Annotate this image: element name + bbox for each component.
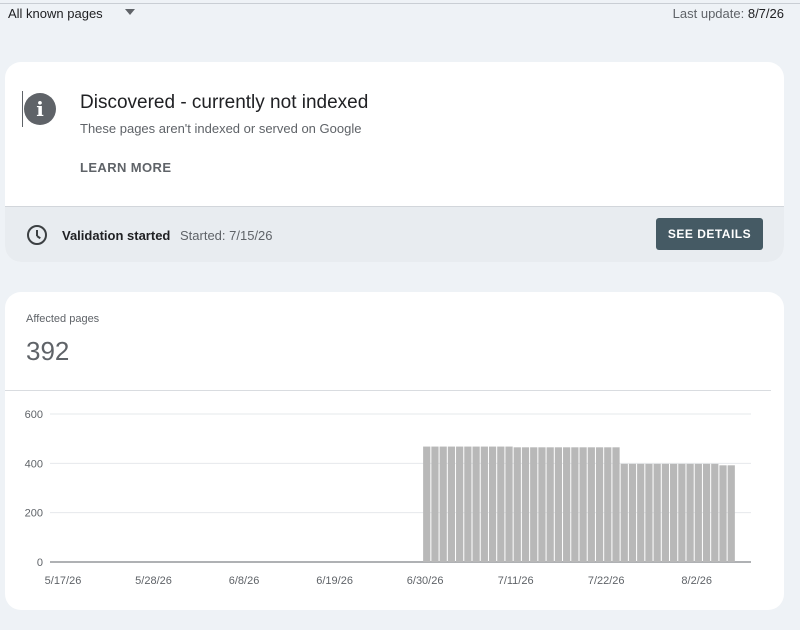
x-tick-label: 6/30/26	[407, 575, 444, 587]
bar	[554, 447, 563, 562]
y-tick-label: 400	[25, 458, 43, 470]
top-border	[0, 3, 800, 4]
bar	[686, 463, 694, 562]
text-cursor	[22, 91, 23, 127]
last-update-label: Last update:	[672, 6, 745, 21]
bar	[546, 447, 554, 562]
bar	[423, 446, 431, 562]
bar	[579, 447, 587, 562]
info-icon: i	[24, 93, 56, 125]
learn-more-link[interactable]: LEARN MORE	[80, 160, 171, 175]
last-update-value: 8/7/26	[747, 6, 784, 21]
bar	[472, 446, 480, 562]
bar	[431, 446, 439, 562]
clock-icon	[27, 225, 47, 245]
bar	[538, 447, 546, 562]
bar	[456, 446, 464, 562]
affected-pages-chart: 0 200 400 600 5/17/26 5/28/26 6/8/26 6/19/26 6/3…	[25, 409, 751, 587]
bar	[513, 447, 521, 562]
x-tick-label: 5/28/26	[135, 575, 172, 587]
bar	[637, 463, 645, 562]
see-details-button[interactable]: SEE DETAILS	[656, 218, 763, 250]
filter-label: All known pages	[8, 6, 103, 21]
x-tick-label: 7/11/26	[498, 575, 534, 587]
x-tick-label: 6/19/26	[316, 575, 353, 587]
bar	[530, 447, 538, 562]
bar	[628, 463, 637, 562]
bar	[670, 463, 678, 562]
validation-started-date: Started: 7/15/26	[180, 228, 273, 243]
bar	[653, 463, 661, 562]
bar	[464, 446, 472, 562]
validation-bar: Validation started Started: 7/15/26 SEE …	[5, 206, 784, 262]
pages-filter-dropdown[interactable]: All known pages	[8, 6, 135, 21]
bar	[661, 463, 670, 562]
bar	[719, 465, 727, 562]
bar	[505, 446, 513, 562]
bar	[702, 463, 711, 562]
bar	[645, 463, 653, 562]
x-tick-label: 7/22/26	[588, 575, 625, 587]
y-tick-label: 0	[37, 557, 43, 569]
issue-card: i Discovered - currently not indexed The…	[5, 62, 784, 262]
bar	[604, 447, 612, 562]
bar	[497, 446, 505, 562]
bar	[488, 446, 497, 562]
chevron-down-icon	[124, 9, 135, 15]
last-update: Last update: 8/7/26	[673, 6, 784, 21]
bar	[571, 447, 579, 562]
bar	[711, 463, 719, 562]
affected-pages-card: Affected pages 392 0 200 400 600 5/17/26 5/28…	[5, 292, 784, 610]
bar	[587, 447, 595, 562]
y-tick-label: 200	[25, 508, 43, 520]
bar	[678, 463, 686, 562]
bar	[612, 447, 620, 562]
issue-title: Discovered - currently not indexed	[80, 92, 369, 113]
x-tick-label: 8/2/26	[681, 575, 712, 587]
bar	[620, 463, 628, 562]
bar	[447, 446, 456, 562]
x-tick-label: 6/8/26	[229, 575, 260, 587]
bar	[563, 447, 571, 562]
bar	[727, 465, 735, 562]
bar	[521, 447, 530, 562]
bar	[480, 446, 488, 562]
x-tick-label: 5/17/26	[45, 575, 82, 587]
bar	[694, 463, 702, 562]
validation-status: Validation started	[62, 228, 171, 243]
issue-description: These pages aren't indexed or served on …	[80, 121, 362, 136]
bar	[439, 446, 447, 562]
y-tick-label: 600	[25, 409, 43, 421]
bar	[595, 447, 604, 562]
